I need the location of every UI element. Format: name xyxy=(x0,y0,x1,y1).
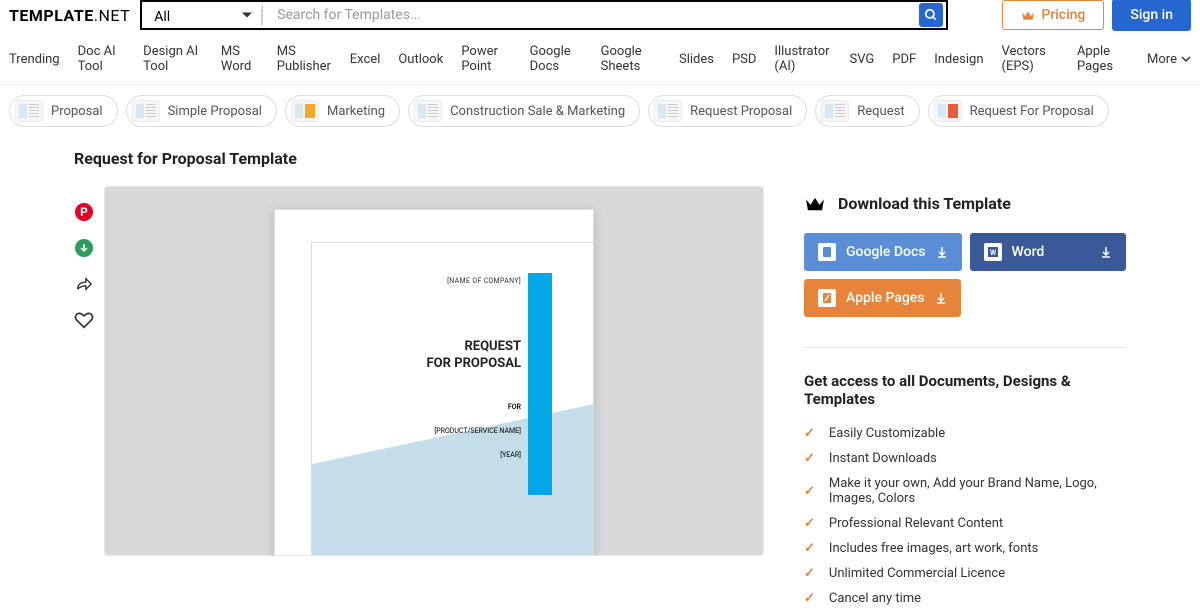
feature-item: ✓Make it your own, Add your Brand Name, … xyxy=(804,476,1126,506)
feature-item: ✓Professional Relevant Content xyxy=(804,516,1126,531)
category-link[interactable]: PDF xyxy=(892,52,916,67)
pill-thumb-icon xyxy=(15,100,43,122)
category-link[interactable]: Vectors (EPS) xyxy=(1002,44,1059,74)
search-button[interactable] xyxy=(919,3,943,27)
download-gdocs-button[interactable]: Google Docs xyxy=(804,233,962,271)
share-icon xyxy=(75,276,93,292)
doc-year-placeholder: [YEAR] xyxy=(500,451,521,459)
pill[interactable]: Request xyxy=(815,95,919,127)
signin-button[interactable]: Sign in xyxy=(1112,0,1191,31)
pill[interactable]: Request For Proposal xyxy=(928,95,1109,127)
feature-item: ✓Unlimited Commercial Licence xyxy=(804,566,1126,581)
crown-icon xyxy=(804,196,826,212)
check-icon: ✓ xyxy=(804,591,815,606)
category-link[interactable]: Slides xyxy=(679,52,714,67)
category-link[interactable]: Apple Pages xyxy=(1077,44,1129,74)
pill[interactable]: Marketing xyxy=(285,95,400,127)
feature-item: ✓Instant Downloads xyxy=(804,451,1126,466)
doc-company-placeholder: [NAME OF COMPANY] xyxy=(447,277,521,285)
pill-thumb-icon xyxy=(291,100,319,122)
share-button[interactable] xyxy=(74,274,94,294)
pill-thumb-icon xyxy=(654,100,682,122)
download-icon xyxy=(936,246,948,258)
feature-item: ✓Includes free images, art work, fonts xyxy=(804,541,1126,556)
download-icon xyxy=(935,292,947,304)
feature-item: ✓Cancel any time xyxy=(804,591,1126,606)
related-pills: Proposal Simple Proposal Marketing Const… xyxy=(0,85,1200,137)
doc-title: REQUESTFOR PROPOSAL xyxy=(427,339,521,373)
category-link[interactable]: Outlook xyxy=(398,52,443,67)
category-link[interactable]: Google Docs xyxy=(530,44,583,74)
crown-icon xyxy=(1021,9,1035,21)
download-icon xyxy=(1100,246,1112,258)
pill-thumb-icon xyxy=(821,100,849,122)
content: P [NAME OF COMPANY] REQUESTFOR PROPOSAL … xyxy=(0,186,1200,616)
heart-icon xyxy=(74,311,94,329)
feature-list: ✓Easily Customizable ✓Instant Downloads … xyxy=(804,426,1126,606)
pricing-button[interactable]: Pricing xyxy=(1002,0,1104,30)
pinterest-icon: P xyxy=(75,203,93,221)
category-link[interactable]: Design AI Tool xyxy=(143,44,203,74)
category-link[interactable]: PSD xyxy=(732,52,756,67)
more-categories[interactable]: More xyxy=(1147,52,1191,67)
search-filter[interactable]: All xyxy=(142,6,263,25)
svg-text:W: W xyxy=(989,249,996,257)
pill[interactable]: Request Proposal xyxy=(648,95,807,127)
category-link[interactable]: Google Sheets xyxy=(601,44,661,74)
pill[interactable]: Construction Sale & Marketing xyxy=(408,95,640,127)
header: TEMPLATE.NET All Pricing Sign in xyxy=(0,0,1200,30)
logo[interactable]: TEMPLATE.NET xyxy=(9,6,130,25)
document-mockup: [NAME OF COMPANY] REQUESTFOR PROPOSAL FO… xyxy=(274,209,594,556)
pill[interactable]: Simple Proposal xyxy=(126,95,277,127)
check-icon: ✓ xyxy=(804,426,815,441)
download-icon xyxy=(75,239,93,257)
pinterest-button[interactable]: P xyxy=(74,202,94,222)
category-nav: Trending Doc AI Tool Design AI Tool MS W… xyxy=(0,30,1200,85)
access-title: Get access to all Documents, Designs & T… xyxy=(804,372,1126,408)
feature-item: ✓Easily Customizable xyxy=(804,426,1126,441)
download-buttons: Google Docs WWord Apple Pages xyxy=(804,233,1126,317)
gdocs-icon xyxy=(818,243,836,261)
search-icon xyxy=(924,8,938,22)
category-link[interactable]: Power Point xyxy=(461,44,511,74)
download-button[interactable] xyxy=(74,238,94,258)
chevron-down-icon xyxy=(1181,54,1191,64)
pages-icon xyxy=(818,289,836,307)
category-link[interactable]: Indesign xyxy=(934,52,983,67)
category-link[interactable]: SVG xyxy=(850,52,875,67)
download-word-button[interactable]: WWord xyxy=(970,233,1126,271)
category-link[interactable]: Excel xyxy=(350,52,381,67)
pill[interactable]: Proposal xyxy=(9,95,118,127)
doc-product-placeholder: [PRODUCT/SERVICE NAME] xyxy=(434,427,521,435)
category-link[interactable]: Doc AI Tool xyxy=(78,44,126,74)
download-pages-button[interactable]: Apple Pages xyxy=(804,279,961,317)
category-link[interactable]: MS Publisher xyxy=(277,44,332,74)
search-input[interactable] xyxy=(263,2,919,28)
category-link[interactable]: Trending xyxy=(9,52,60,67)
check-icon: ✓ xyxy=(804,484,815,499)
word-icon: W xyxy=(984,243,1002,261)
social-actions: P xyxy=(74,186,94,330)
check-icon: ✓ xyxy=(804,541,815,556)
pill-thumb-icon xyxy=(414,100,442,122)
page-title: Request for Proposal Template xyxy=(0,137,1200,186)
check-icon: ✓ xyxy=(804,451,815,466)
pill-thumb-icon xyxy=(934,100,962,122)
check-icon: ✓ xyxy=(804,516,815,531)
category-link[interactable]: MS Word xyxy=(221,44,259,74)
category-link[interactable]: Illustrator (AI) xyxy=(774,44,831,74)
check-icon: ✓ xyxy=(804,566,815,581)
pill-thumb-icon xyxy=(132,100,160,122)
search-filter-select[interactable]: All xyxy=(142,9,262,25)
download-title: Download this Template xyxy=(838,194,1011,213)
search-bar: All xyxy=(140,0,948,30)
favorite-button[interactable] xyxy=(74,310,94,330)
sidebar: Download this Template Google Docs WWord… xyxy=(804,186,1126,616)
doc-for-label: FOR xyxy=(508,403,521,411)
header-right: Pricing Sign in xyxy=(1002,0,1191,31)
download-header: Download this Template xyxy=(804,194,1126,213)
divider xyxy=(804,347,1126,348)
template-preview: [NAME OF COMPANY] REQUESTFOR PROPOSAL FO… xyxy=(104,186,764,556)
